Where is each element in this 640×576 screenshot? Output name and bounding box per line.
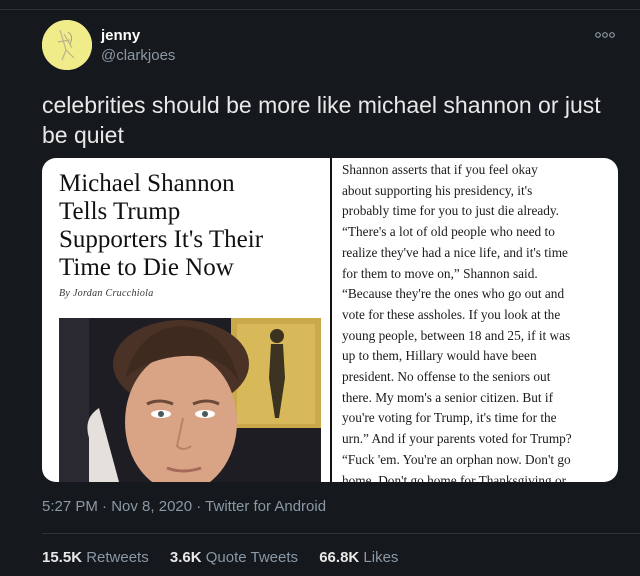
article-body-line: for them to move on,” Shannon said. (342, 265, 538, 281)
likes-label: Likes (359, 549, 399, 566)
retweets-label: Retweets (82, 549, 149, 566)
avatar-icon (42, 20, 92, 70)
more-horizontal-icon[interactable] (594, 28, 616, 40)
article-body: Shannon asserts that if you feel okay ab… (342, 160, 612, 482)
tweet-meta: 5:27 PM · Nov 8, 2020 · Twitter for Andr… (42, 498, 326, 515)
article-divider (330, 158, 332, 482)
article-body-line: young people, between 18 and 25, if it w… (342, 327, 571, 343)
retweets-stat[interactable]: 15.5K Retweets (42, 549, 149, 566)
article-left-column: Michael Shannon Tells Trump Supporters I… (42, 158, 330, 482)
retweets-count: 15.5K (42, 549, 83, 566)
tweet-stats: 15.5K Retweets 3.6K Quote Tweets 66.8K L… (42, 549, 415, 566)
article-body-line: probably time for you to just die alread… (342, 203, 560, 219)
meta-separator: · (97, 498, 112, 515)
tweet: jenny @clarkjoes celebrities should be m… (0, 0, 640, 576)
article-headline: Michael Shannon Tells Trump Supporters I… (59, 170, 319, 282)
article-body-line: president. No offense to the seniors out (342, 369, 551, 385)
article-body-line: Shannon asserts that if you feel okay (342, 162, 538, 177)
article-body-line: you're voting for Trump, it's time for t… (342, 410, 557, 426)
article-body-line: “There's a lot of old people who need to (342, 224, 555, 240)
quote-tweets-label: Quote Tweets (201, 549, 299, 566)
article-body-line: vote for these assholes. If you look at … (342, 306, 561, 322)
tweet-time[interactable]: 5:27 PM (42, 498, 98, 515)
likes-count: 66.8K (319, 549, 360, 566)
article-body-line: about supporting his presidency, it's (342, 182, 533, 198)
display-name[interactable]: jenny (101, 27, 140, 44)
avatar[interactable] (42, 20, 92, 70)
headline-line: Time to Die Now (59, 254, 234, 281)
attached-image[interactable]: Michael Shannon Tells Trump Supporters I… (42, 158, 618, 482)
stats-divider (42, 533, 640, 534)
article-photo (59, 318, 321, 482)
article-body-line: urn.” And if your parents voted for Trum… (342, 431, 572, 447)
likes-stat[interactable]: 66.8K Likes (319, 549, 398, 566)
article-body-line: “Fuck 'em. You're an orphan now. Don't g… (342, 451, 571, 467)
top-divider (0, 9, 640, 10)
tweet-date[interactable]: Nov 8, 2020 (111, 498, 192, 515)
user-handle[interactable]: @clarkjoes (101, 47, 175, 64)
meta-separator: · (192, 498, 206, 515)
article-byline: By Jordan Crucchiola (59, 288, 154, 299)
headline-line: Supporters It's Their (59, 226, 264, 253)
headline-line: Tells Trump (59, 198, 181, 225)
tweet-source[interactable]: Twitter for Android (205, 498, 326, 515)
headline-line: Michael Shannon (59, 170, 235, 197)
quote-tweets-stat[interactable]: 3.6K Quote Tweets (170, 549, 298, 566)
article-body-line: there. My mom's a senior citizen. But if (342, 389, 554, 405)
article-body-line: realize they've had a nice life, and it'… (342, 244, 568, 260)
article-body-line: “Because they're the ones who go out and (342, 286, 565, 302)
article-body-line: home. Don't go home for Thanksgiving or (342, 472, 567, 482)
article-body-line: up to them, Hillary would have been (342, 348, 537, 364)
quote-tweets-count: 3.6K (169, 549, 202, 566)
tweet-text: celebrities should be more like michael … (42, 92, 601, 148)
